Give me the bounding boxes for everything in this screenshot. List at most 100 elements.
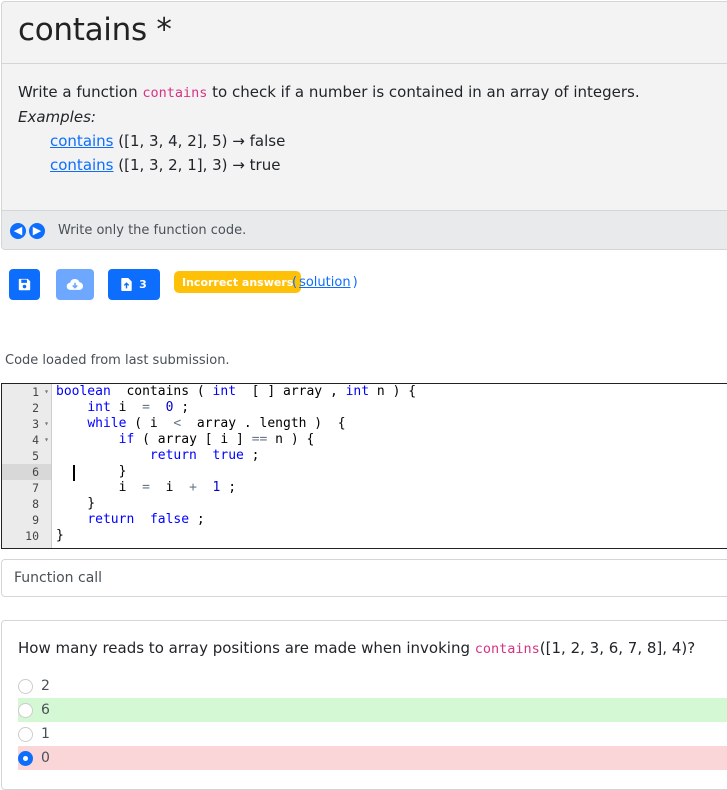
code-token: return — [149, 448, 197, 463]
code-token: } — [56, 528, 64, 543]
example-2-args: ([1, 3, 2, 1], 3) → true — [113, 156, 281, 174]
fold-arrow-icon[interactable]: ▾ — [44, 432, 49, 448]
code-token: int — [212, 384, 237, 399]
code-line[interactable]: boolean contains ( int [ ] array , int n… — [56, 384, 416, 400]
code-token: ; — [243, 448, 260, 463]
arrow-left-icon[interactable]: ◀ — [10, 222, 26, 239]
submissions-count: 3 — [139, 277, 147, 291]
cloud-download-icon — [66, 278, 84, 290]
code-line[interactable]: int i = 0 ; — [56, 400, 416, 416]
loaded-message: Code loaded from last submission. — [5, 353, 230, 368]
code-token: if — [118, 432, 135, 447]
example-1: contains ([1, 3, 4, 2], 5) → false — [18, 129, 716, 153]
code-token: i — [157, 480, 182, 495]
code-editor[interactable]: 1 ▾ 2 3 ▾ 4 ▾ 5 6 7 8 9 10 boolean contains ( int [ … — [1, 383, 727, 549]
code-line[interactable]: i = i + 1 ; — [56, 480, 416, 496]
line-number: 4 — [32, 433, 39, 447]
example-1-args: ([1, 3, 4, 2], 5) → false — [113, 132, 286, 150]
answer-option-label: 6 — [41, 702, 50, 718]
code-token: n ) { — [369, 384, 417, 399]
problem-statement: Write a function contains to check if a … — [2, 64, 727, 210]
problem-header: contains * — [2, 2, 727, 64]
code-token: while — [87, 416, 127, 431]
code-token: ( i — [126, 416, 166, 431]
code-token: 0 — [157, 400, 174, 415]
gutter-line: 6 — [2, 464, 51, 480]
answer-option-2[interactable]: 2 — [18, 674, 727, 698]
code-line[interactable]: } — [56, 464, 416, 480]
gutter-line: 4 ▾ — [2, 432, 51, 448]
status-badge: Incorrect answers — [174, 271, 302, 293]
solution-close-paren: ) — [352, 274, 358, 290]
save-button[interactable] — [9, 268, 40, 300]
editor-code[interactable]: boolean contains ( int [ ] array , int n… — [56, 384, 416, 544]
gutter-line: 7 — [2, 480, 51, 496]
example-2-link[interactable]: contains — [50, 156, 114, 174]
example-1-link[interactable]: contains — [50, 132, 114, 150]
gutter-line: 10 — [2, 528, 51, 544]
fold-arrow-icon[interactable]: ▾ — [44, 384, 49, 400]
answer-option-6[interactable]: 6 — [18, 698, 727, 722]
footer-note: Write only the function code. — [58, 223, 247, 238]
question-code: contains — [474, 641, 540, 657]
function-call-label: Function call — [14, 570, 103, 586]
code-line[interactable]: } — [56, 496, 416, 512]
radio-button[interactable] — [18, 678, 33, 694]
code-line[interactable]: if ( array [ i ] == n ) { — [56, 432, 416, 448]
file-upload-icon — [121, 277, 132, 291]
fold-arrow-icon[interactable]: ▾ — [44, 416, 49, 432]
statement-before: Write a function — [18, 83, 143, 101]
code-token: false — [149, 512, 190, 527]
code-token: boolean — [56, 384, 111, 399]
code-line[interactable]: return true ; — [56, 448, 416, 464]
code-token: int — [345, 384, 370, 399]
code-token: contains ( — [110, 384, 213, 399]
answer-option-1[interactable]: 1 — [18, 722, 727, 746]
question-card: How many reads to array positions are ma… — [1, 620, 727, 790]
solution-link[interactable]: solution — [299, 275, 350, 290]
code-token: n ) { — [267, 432, 315, 447]
code-line[interactable]: while ( i < array . length ) { — [56, 416, 416, 432]
function-call-field[interactable]: Function call — [1, 559, 727, 597]
code-token: == — [251, 432, 268, 447]
floppy-disk-icon — [18, 278, 31, 290]
answer-option-0[interactable]: 0 — [18, 746, 727, 770]
code-token: ( array [ i ] — [134, 432, 252, 447]
line-number: 9 — [32, 513, 39, 527]
line-number: 2 — [32, 401, 39, 415]
examples-label: Examples: — [18, 108, 96, 126]
editor-toolbar: 3 — [9, 268, 175, 300]
statement-after: to check if a number is contained in an … — [207, 83, 640, 101]
code-token: = — [134, 480, 158, 495]
solution-open-paren: ( — [292, 274, 298, 290]
code-token: true — [212, 448, 244, 463]
problem-footer: ◀ ▶ Write only the function code. — [2, 210, 727, 249]
download-button[interactable] — [56, 268, 94, 300]
line-number: 8 — [32, 497, 39, 511]
code-line[interactable]: } — [56, 528, 416, 544]
submissions-button[interactable]: 3 — [108, 268, 160, 300]
code-token: } — [56, 496, 96, 511]
code-token: = — [134, 400, 158, 415]
arrow-right-icon[interactable]: ▶ — [29, 222, 45, 239]
problem-title: contains * — [18, 12, 172, 48]
statement-code: contains — [142, 85, 208, 101]
radio-button[interactable] — [18, 750, 33, 766]
answer-option-label: 2 — [41, 678, 50, 694]
gutter-line: 2 — [2, 400, 51, 416]
problem-card: contains * Write a function contains to … — [1, 1, 727, 250]
radio-button[interactable] — [18, 726, 33, 742]
code-token: ; — [173, 400, 190, 415]
code-token: int — [87, 400, 111, 415]
radio-button[interactable] — [18, 702, 33, 718]
code-line[interactable]: return false ; — [56, 512, 416, 528]
gutter-line: 9 — [2, 512, 51, 528]
code-token: 1 — [204, 480, 221, 495]
line-number: 10 — [25, 529, 39, 543]
